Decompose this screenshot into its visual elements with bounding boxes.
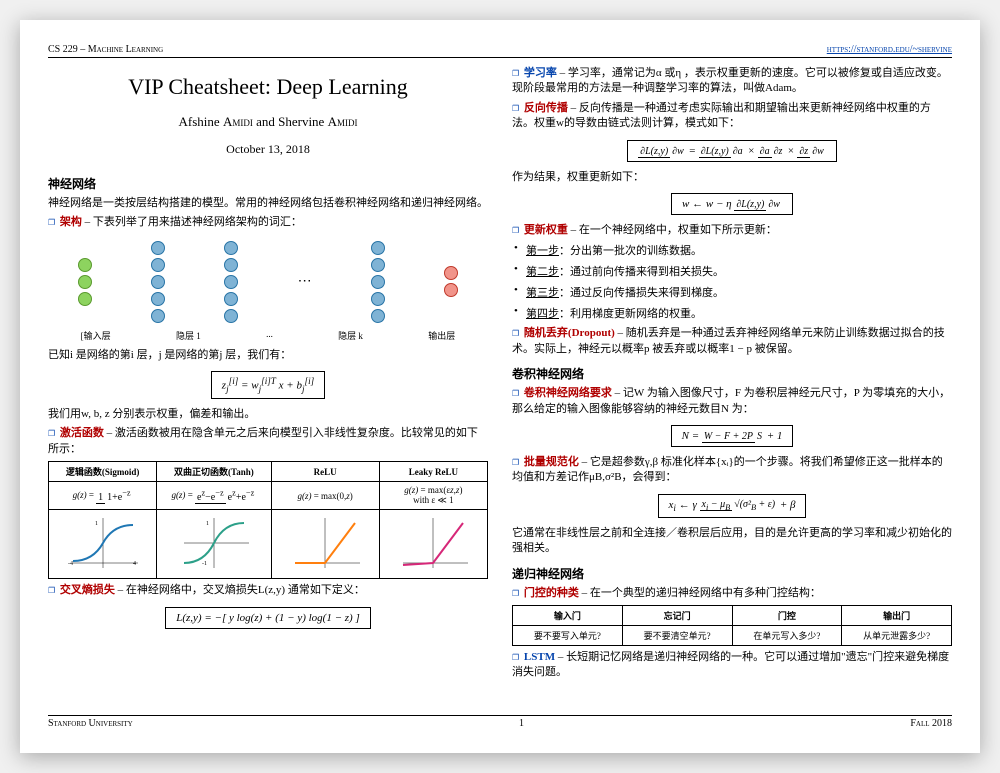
arch-line: ❐ 架构 – 下表列举了用来描述神经网络架构的词汇： [48, 215, 488, 230]
note-i: 已知i 是网络的第i 层，j 是网络的第j 层，我们有： [48, 348, 488, 363]
activation-line: ❐ 激活函数 – 激活函数被用在隐含单元之后来向模型引入非线性复杂度。比较常见的… [48, 426, 488, 457]
eq-bp: ∂L(z,y)∂w = ∂L(z,y)∂a × ∂a∂z × ∂z∂w [627, 140, 837, 162]
page-title: VIP Cheatsheet: Deep Learning [48, 74, 488, 100]
authors: Afshine Amidi and Shervine Amidi [48, 114, 488, 130]
svg-text:4: 4 [133, 561, 136, 567]
footer-page: 1 [519, 718, 524, 729]
svg-text:-1: -1 [202, 561, 207, 567]
section-nn: 神经网络 [48, 175, 488, 192]
svg-text:1: 1 [206, 521, 209, 527]
dropout-line: ❐ 随机丢弃(Dropout) – 随机丢弃是一种通过丢弃神经网络单元来防止训练… [512, 326, 952, 357]
bn-note: 它通常在非线性层之前和全连接／卷积层后应用，目的是允许更高的学习率和减少初始化的… [512, 526, 952, 557]
nn-intro: 神经网络是一类按层结构搭建的模型。常用的神经网络包括卷积神经网络和递归神经网络。 [48, 196, 488, 211]
bp-result: 作为结果，权重更新如下： [512, 170, 952, 185]
right-column: ❐ 学习率 – 学习率，通常记为α 或η ，表示权重更新的速度。它可以被修复或自… [512, 66, 952, 706]
page-header: CS 229 – Machine Learning https://stanfo… [48, 44, 952, 58]
gates-line: ❐ 门控的种类 – 在一个典型的递归神经网络中有多种门控结构： [512, 586, 952, 601]
ce-line: ❐ 交叉熵损失 – 在神经网络中，交叉熵损失L(z,y) 通常如下定义： [48, 583, 488, 598]
bp-line: ❐ 反向传播 – 反向传播是一种通过考虑实际输出和期望输出来更新神经网络中权重的… [512, 101, 952, 132]
nn-diagram: ⋯ [48, 235, 488, 329]
course-code: CS 229 – Machine Learning [48, 44, 163, 55]
page: CS 229 – Machine Learning https://stanfo… [20, 20, 980, 753]
lstm-line: ❐ LSTM – 长短期记忆网络是递归神经网络的一种。它可以通过增加"遗忘"门控… [512, 650, 952, 681]
layer-labels: [输入层 隐层 1 ... 隐层 k 输出层 [48, 329, 488, 342]
content-columns: VIP Cheatsheet: Deep Learning Afshine Am… [48, 66, 952, 706]
update-steps: 第一步：分出第一批次的训练数据。 第二步：通过前向传播来得到相关损失。 第三步：… [512, 242, 952, 321]
eq-bp-update: w ← w − η ∂L(z,y)∂w [671, 193, 793, 215]
svg-text:1: 1 [95, 521, 98, 527]
footer-right: Fall 2018 [910, 718, 952, 729]
lr-line: ❐ 学习率 – 学习率，通常记为α 或η ，表示权重更新的速度。它可以被修复或自… [512, 66, 952, 97]
page-footer: Stanford University 1 Fall 2018 [48, 715, 952, 729]
bn-line: ❐ 批量规范化 – 它是超参数γ,β 标准化样本{xᵢ}的一个步骤。将我们希望修… [512, 455, 952, 486]
cnn-req-line: ❐ 卷积神经网络要求 – 记W 为输入图像尺寸，F 为卷积层神经元尺寸，P 为零… [512, 386, 952, 417]
section-rnn: 递归神经网络 [512, 565, 952, 582]
footer-left: Stanford University [48, 718, 133, 729]
gates-table: 输入门 忘记门 门控 输出门 要不要写入单元? 要不要清空单元? 在单元写入多少… [512, 605, 952, 646]
eq-bn: xi ← γ xi − μB√(σ²B + ε) + β [658, 494, 807, 518]
update-line: ❐ 更新权重 – 在一个神经网络中，权重如下所示更新： [512, 223, 952, 238]
eq-ce: L(z,y) = −[ y log(z) + (1 − y) log(1 − z… [165, 607, 371, 629]
activation-table: 逻辑函数(Sigmoid) 双曲正切函数(Tanh) ReLU Leaky Re… [48, 461, 488, 579]
header-link[interactable]: https://stanford.edu/~shervine [827, 44, 952, 55]
eq-z: zj[i] = wj[i]T x + bj[i] [211, 371, 325, 399]
eq-cnn: N = W − F + 2PS + 1 [671, 425, 794, 447]
left-column: VIP Cheatsheet: Deep Learning Afshine Am… [48, 66, 488, 706]
section-cnn: 卷积神经网络 [512, 365, 952, 382]
svg-text:-4: -4 [68, 561, 73, 567]
note-wbz: 我们用w, b, z 分别表示权重，偏差和输出。 [48, 407, 488, 422]
date: October 13, 2018 [48, 142, 488, 157]
